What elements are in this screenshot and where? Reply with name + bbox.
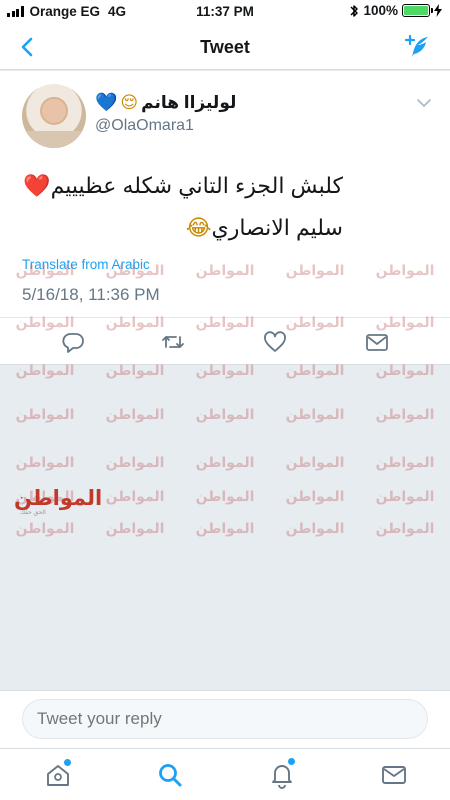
tab-search[interactable] [156, 761, 184, 789]
watermark-text: المواطن [15, 406, 75, 422]
watermark-text: المواطن [285, 454, 345, 470]
tweet-text-1: كلبش الجزء التاني شكله عظيييم [50, 173, 343, 198]
display-name-text: لوليزاا هانم [141, 92, 237, 112]
watermark-text: المواطن [285, 520, 345, 536]
reply-icon [62, 333, 84, 353]
chevron-down-icon[interactable] [416, 95, 432, 111]
watermark-text: المواطن [195, 406, 255, 422]
watermark-text: المواطن [105, 406, 165, 422]
nav-bar: Tweet [0, 24, 450, 70]
logo-subtitle: الحق حقك [20, 510, 46, 516]
divider [0, 317, 450, 318]
charging-icon [434, 4, 442, 17]
watermark-text: المواطن [375, 406, 435, 422]
user-handle[interactable]: @OlaOmara1 [95, 117, 194, 135]
bluetooth-icon [350, 4, 359, 17]
like-icon [264, 331, 286, 352]
share-button[interactable] [364, 329, 390, 355]
reply-input[interactable] [22, 699, 428, 739]
retweet-button[interactable] [160, 329, 186, 355]
reply-bar [0, 690, 450, 748]
compose-button[interactable] [402, 32, 432, 62]
page-title: Tweet [200, 37, 250, 57]
notification-dot [288, 758, 295, 765]
compose-feather-icon [404, 34, 428, 57]
watermark-text: المواطن [15, 520, 75, 536]
battery-icon [402, 4, 433, 17]
reply-button[interactable] [60, 329, 86, 355]
tab-messages[interactable] [380, 761, 408, 789]
watermark-text: المواطن [195, 488, 255, 504]
watermark-text: المواطن [375, 520, 435, 536]
battery-fill [404, 6, 428, 15]
tweet-text-line-1: كلبش الجزء التاني شكله عظيييم❤️ [13, 165, 343, 208]
tab-bar [0, 748, 450, 800]
notification-dot [64, 759, 71, 766]
search-icon [159, 764, 182, 787]
watermark-text: المواطن [285, 488, 345, 504]
watermark-text: المواطن [195, 520, 255, 536]
tweet-card: 💙 😌 لوليزاا هانم @OlaOmara1 كلبش الجزء ا… [0, 71, 450, 365]
status-bar: Orange EG 4G 11:37 PM 100% [0, 0, 450, 24]
blue-heart-emoji: 💙 [95, 92, 118, 113]
watermark-text: المواطن [195, 454, 255, 470]
translate-link[interactable]: Translate from Arabic [22, 257, 150, 272]
messages-icon [382, 766, 406, 784]
battery-percent: 100% [363, 3, 398, 18]
tab-home[interactable] [44, 759, 72, 789]
display-name[interactable]: 💙 😌 لوليزاا هانم [95, 92, 236, 113]
tweet-text-2: سليم الانصاري [211, 215, 343, 240]
notifications-icon [272, 765, 292, 789]
watermark-logo: المواطن الحق حقك [14, 486, 104, 520]
laughing-emoji: 😂 [185, 216, 212, 241]
watermark-text: المواطن [105, 488, 165, 504]
watermark-text: المواطن [15, 488, 75, 504]
tweet-text-line-2: سليم الانصاري😂 [13, 207, 343, 250]
red-heart-emoji: ❤️ [23, 174, 51, 199]
watermark-text: المواطن [105, 520, 165, 536]
avatar[interactable] [22, 84, 86, 148]
logo-text: المواطن [14, 487, 103, 510]
share-icon [366, 334, 388, 351]
watermark-text: المواطن [285, 406, 345, 422]
relieved-face-emoji: 😌 [120, 92, 139, 113]
watermark-text: المواطن [105, 454, 165, 470]
tweet-timestamp: 5/16/18, 11:36 PM [22, 285, 160, 304]
watermark-text: المواطن [375, 488, 435, 504]
watermark-text: المواطن [375, 454, 435, 470]
watermark-text: المواطن [15, 454, 75, 470]
like-button[interactable] [262, 329, 288, 355]
tab-notifications[interactable] [268, 758, 296, 789]
retweet-icon [162, 336, 184, 348]
